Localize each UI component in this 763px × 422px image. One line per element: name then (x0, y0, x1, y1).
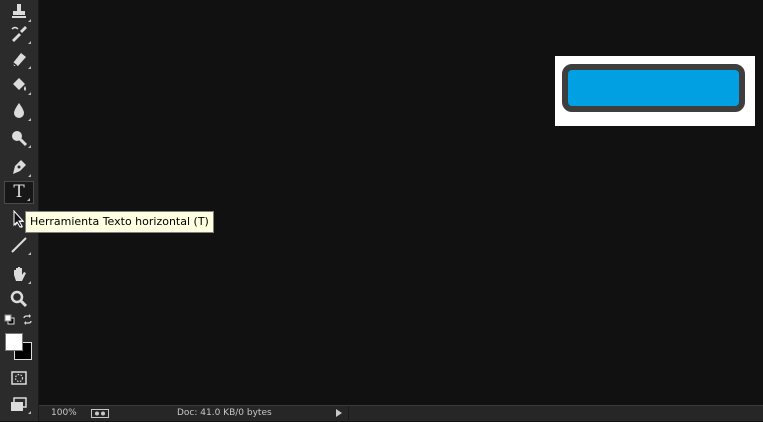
tool-group-indicator (28, 118, 31, 121)
tool-group-indicator (28, 281, 31, 284)
horizontal-type-tool[interactable]: T (4, 181, 34, 204)
paint-bucket-icon (13, 78, 26, 91)
line-icon (11, 237, 27, 253)
document-canvas-area[interactable] (39, 0, 763, 405)
screen-mode-icon (11, 397, 27, 411)
status-bar: 100% Doc: 41.0 KB/0 bytes (39, 405, 763, 422)
horizontal-type-icon: T (13, 182, 25, 202)
paint-bucket-tool[interactable] (4, 73, 34, 97)
default-colors-icon[interactable] (4, 314, 15, 325)
rounded-rectangle-shape[interactable] (562, 64, 745, 112)
zoom-icon (10, 290, 28, 308)
tool-group-indicator (28, 145, 31, 148)
zoom-tool[interactable] (4, 287, 34, 311)
tool-group-indicator (28, 252, 31, 255)
screen-mode-button[interactable] (4, 392, 34, 416)
stamp-icon (12, 4, 26, 18)
blur-icon (14, 103, 24, 118)
zoom-level[interactable]: 100% (51, 408, 77, 418)
line-tool[interactable] (4, 233, 34, 257)
hand-tool[interactable] (4, 262, 34, 286)
document-size-info: Doc: 41.0 KB/0 bytes (177, 408, 272, 418)
swap-colors-icon[interactable] (22, 314, 33, 325)
history-brush-icon (11, 26, 27, 42)
tool-group-indicator (27, 198, 30, 201)
dodge-icon (12, 131, 28, 147)
mouse-cursor-icon (13, 210, 25, 228)
tool-group-indicator (28, 174, 31, 177)
tool-tooltip: Herramienta Texto horizontal (T) (25, 211, 214, 233)
foreground-color-swatch[interactable] (5, 333, 23, 351)
quick-mask-button[interactable] (4, 366, 34, 390)
pen-tool[interactable] (4, 155, 34, 179)
proof-setup-icon[interactable] (91, 409, 109, 418)
eraser-tool[interactable] (4, 47, 34, 71)
history-brush-tool[interactable] (4, 22, 34, 46)
status-menu-arrow-icon[interactable] (336, 409, 342, 417)
quick-mask-icon (11, 371, 27, 385)
eraser-icon (12, 53, 26, 67)
tool-group-indicator (28, 41, 31, 44)
hand-icon (14, 267, 26, 281)
tool-group-indicator (28, 66, 31, 69)
tool-group-indicator (28, 411, 31, 414)
document-canvas[interactable] (555, 56, 755, 126)
tool-group-indicator (28, 92, 31, 95)
blur-tool[interactable] (4, 99, 34, 123)
pen-icon (13, 160, 26, 174)
clone-stamp-tool[interactable] (4, 0, 34, 24)
dodge-tool[interactable] (4, 126, 34, 150)
status-divider (348, 406, 349, 422)
